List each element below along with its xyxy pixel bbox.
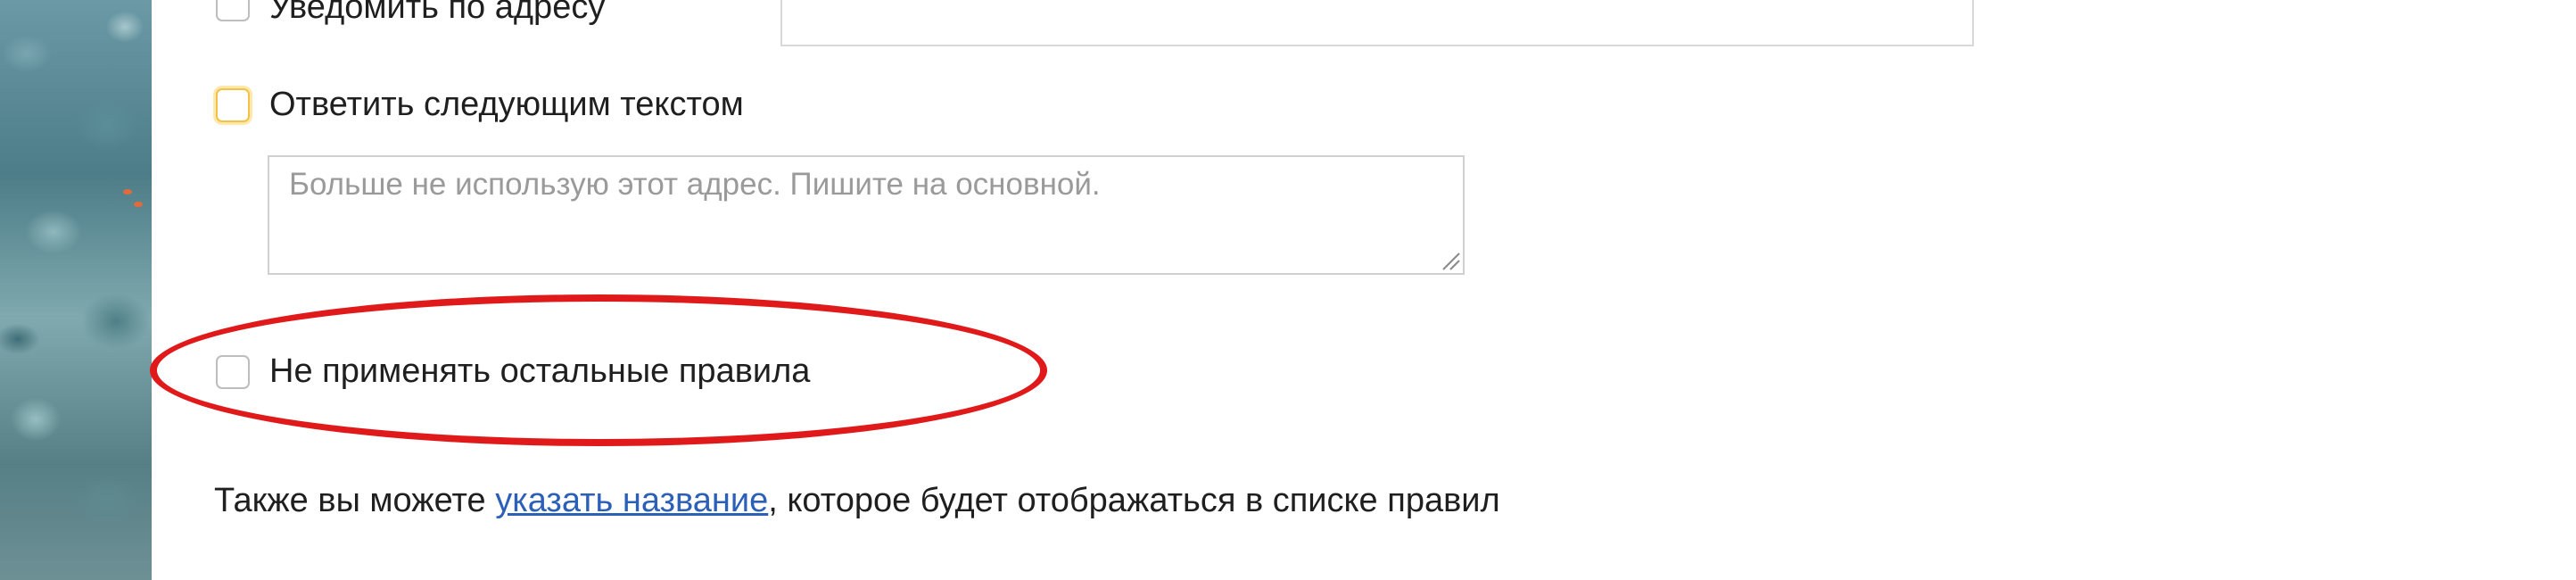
stop-rules-label: Не применять остальные правила [269,352,811,390]
reply-label: Ответить следующим текстом [269,86,744,123]
footer-text-after: , которое будет отображаться в списке пр… [768,482,1500,519]
fish-decoration [123,189,132,195]
set-name-link[interactable]: указать название [495,482,768,519]
notify-label: Уведомить по адресу [269,0,606,26]
background-photo-strip [0,0,152,580]
footer-text-before: Также вы можете [214,482,496,519]
notify-checkbox[interactable] [216,0,250,21]
stop-rules-checkbox[interactable] [216,355,250,389]
reply-text-textarea[interactable] [268,155,1465,275]
reply-checkbox[interactable] [216,88,250,122]
notify-address-input[interactable] [780,0,1974,46]
resize-grip-icon[interactable] [1438,248,1461,271]
fish-decoration [134,202,143,207]
footer-hint: Также вы можете указать название, которо… [214,480,1500,521]
